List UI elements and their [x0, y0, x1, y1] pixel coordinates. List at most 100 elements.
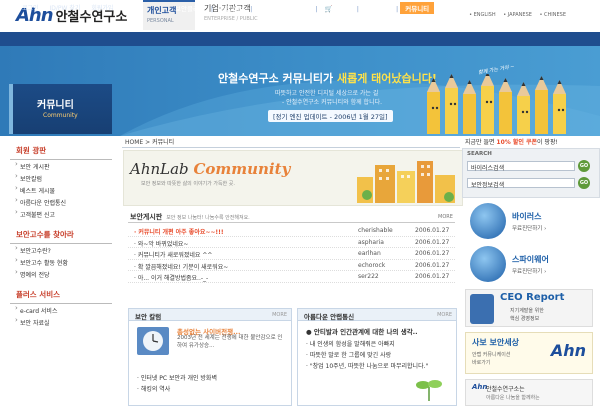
board-row[interactable]: · 확 깔끔해졌네요! 기분이 새로워요~ echorock 2006.01.2…	[128, 260, 455, 271]
nav-security-clinic[interactable]: 보안클리닉	[170, 2, 210, 14]
column-item[interactable]: · 인터넷 PC 보안과 개인 방화벽	[137, 373, 217, 382]
sidebar-item-complaint[interactable]: 고객불편 신고	[10, 208, 112, 220]
sidebar-item-best-posts[interactable]: 베스트 게시물	[10, 184, 112, 196]
sidebar-section-members: 회원 광판	[10, 142, 112, 160]
community-title: AhnLab Community	[130, 160, 290, 178]
column-feature-body: 2003년 전 세계는 전쟁에 대한 불안감으로 인하여 유가상승...	[177, 335, 283, 349]
virus-search-go-button[interactable]: GO	[578, 160, 590, 172]
board-row[interactable]: · 커뮤니티가 새로워졌네요 ^^ earlhan 2006.01.27	[128, 248, 455, 260]
column-body: 총성없는 사이버전쟁... 2003년 전 세계는 전쟁에 대한 불안감으로 인…	[128, 321, 292, 406]
nav-products[interactable]: 제품정보	[215, 2, 249, 14]
nav-community[interactable]: 커뮤니티	[400, 2, 435, 14]
virus-service-name: 바이러스	[512, 212, 542, 221]
login-link[interactable]: 로그인	[22, 5, 39, 12]
sidebar-item-newsletter[interactable]: 아름다운 안랩통신	[10, 196, 112, 208]
ceo-figure-icon	[470, 294, 494, 324]
community-title-a: AhnLab	[130, 160, 194, 178]
security-search-input[interactable]: 보안정보검색	[467, 178, 575, 189]
sidebar-item-security-column[interactable]: 보안칼럼	[10, 172, 112, 184]
board-header: 보안게시판 보안 정보 나눔터! 나눔수록 안전해져요.	[130, 212, 250, 222]
sprout-icon	[416, 380, 442, 401]
board-row-author: earlhan	[358, 250, 381, 257]
newsletter-title[interactable]: 아름다운 안랩통신	[304, 313, 354, 321]
sidebar-item-ecard[interactable]: e-card 서비스	[10, 304, 112, 316]
spyware-service-link[interactable]: 무료진단하기 ›	[512, 267, 546, 275]
main-navbar	[0, 32, 600, 46]
board-row-author: aspharia	[358, 238, 384, 246]
divider	[128, 222, 455, 223]
newsletter-header: 아름다운 안랩통신 MORE	[297, 308, 457, 321]
search-label: SEARCH	[467, 151, 492, 157]
clock-thumbnail[interactable]	[137, 327, 169, 355]
sidebar-item-expert-status[interactable]: 보안고수 활동 현황	[10, 256, 112, 268]
find-idpw-link[interactable]: ID/PW 찾기	[49, 5, 80, 12]
magazine-sub2: 바로가기	[472, 360, 491, 366]
lang-japanese[interactable]: • JAPANESE	[503, 12, 532, 18]
board-row-date: 2006.01.27	[415, 238, 450, 246]
board-more-link[interactable]: MORE	[438, 214, 453, 220]
virus-service-link[interactable]: 무료진단하기 ›	[512, 224, 546, 232]
board-row-title[interactable]: · 커뮤니티가 새로워졌네요 ^^	[134, 250, 212, 259]
util-links: 로그인 ID/PW 찾기 회원가입	[22, 3, 122, 12]
newsletter-item[interactable]: · "창업 10주년, 따뜻한 나눔으로 마무리합니다."	[306, 361, 428, 370]
sidebar-item-archive[interactable]: 보안 자료실	[10, 316, 112, 328]
breadcrumb-home[interactable]: HOME	[125, 139, 143, 146]
board-row-date: 2006.01.27	[415, 273, 450, 280]
newsletter-feature-title[interactable]: ● 안티발과 인간관계에 대한 나의 생각..	[306, 326, 418, 336]
promo-post: 이 팡팡!	[537, 139, 558, 146]
board-row[interactable]: · 커뮤니티 개편 아주 좋아요~~!!! cherishable 2006.0…	[128, 225, 455, 237]
company-magazine-banner[interactable]: 사보 보안세상 안랩 커뮤니케이션 바로가기 Ahn	[465, 332, 593, 374]
nav-download[interactable]: 다운로드	[361, 2, 395, 14]
column-more-link[interactable]: MORE	[272, 312, 287, 318]
column-item[interactable]: · 해킹의 역사	[137, 384, 170, 393]
banner-headline-pre: 안철수연구소 커뮤니티가	[218, 72, 337, 85]
tab-personal-sub: PERSONAL	[147, 18, 174, 24]
board-row[interactable]: · 와~악 바뀌었네요~ aspharia 2006.01.27	[128, 237, 455, 248]
newsletter-more-link[interactable]: MORE	[437, 312, 452, 318]
main-nav-menu: 보안클리닉 | 제품정보 | 보안/바이러스정보 | 🛒쇼핑몰 | 다운로드 | 커뮤니티…	[170, 2, 472, 14]
board-row-date: 2006.01.27	[415, 227, 450, 234]
newsletter-item[interactable]: · 내 인생의 함성을 말해줘은 아빠지	[306, 339, 395, 348]
nav-support[interactable]: 고객지원	[437, 2, 471, 14]
sharing-banner[interactable]: Ahn 안철수연구소는 아름다운 나눔을 함께하는	[465, 379, 593, 406]
board-row[interactable]: · 아... 이거 해결방법좀요..-_- ser222 2006.01.27	[128, 271, 455, 283]
nav-shop[interactable]: 🛒쇼핑몰	[320, 2, 356, 14]
virus-scan-service[interactable]: 바이러스 무료진단하기 ›	[470, 203, 595, 241]
board-list: · 커뮤니티 개편 아주 좋아요~~!!! cherishable 2006.0…	[128, 225, 455, 283]
sidebar-item-expert-about[interactable]: 보안고수란?	[10, 244, 112, 256]
coupon-promo[interactable]: 지금만 들면 10% 할인 쿠폰이 팡팡!	[465, 137, 558, 146]
ceo-report-title: CEO Report	[500, 292, 565, 303]
spyware-scan-service[interactable]: 스파이웨어 무료진단하기 ›	[470, 246, 595, 284]
lang-chinese[interactable]: • CHINESE	[540, 12, 567, 18]
lang-english[interactable]: • ENGLISH	[469, 12, 496, 18]
ceo-report-sub2: 핵심 경영정보	[510, 316, 540, 322]
ceo-report-banner[interactable]: CEO Report 지기계발을 위한 핵심 경영정보	[465, 289, 593, 327]
virus-shield-icon	[470, 203, 506, 239]
board-row-date: 2006.01.27	[415, 250, 450, 257]
divider	[122, 147, 460, 148]
column-title[interactable]: 보안 칼럼	[135, 313, 161, 321]
side-banner-title: 커뮤니티	[37, 100, 74, 111]
nav-security-info[interactable]: 보안/바이러스정보	[254, 2, 314, 14]
newsletter-item[interactable]: · 따뜻한 말로 한 그룹에 맞긴 사랑	[306, 350, 391, 359]
city-illustration	[357, 161, 455, 203]
engine-update-notice[interactable]: [정기 엔진 업데이트 - 2006년 1월 27일]	[268, 110, 393, 122]
board-row-title[interactable]: · 확 깔끔해졌네요! 기분이 새로워요~	[134, 262, 228, 271]
board-row-date: 2006.01.27	[415, 261, 450, 269]
board-row-title[interactable]: · 커뮤니티 개편 아주 좋아요~~!!!	[134, 227, 224, 236]
board-row-author: echorock	[358, 261, 386, 269]
board-row-title[interactable]: · 아... 이거 해결방법좀요..-_-	[134, 273, 208, 282]
security-column-panel: 보안 칼럼 MORE 총성없는 사이버전쟁... 2003년 전 세계는 전쟁에…	[128, 308, 292, 406]
left-sidebar: 회원 광판 보안 게시판 보안칼럼 베스트 게시물 아름다운 안랩통신 고객불편…	[10, 136, 112, 406]
sidebar-item-security-board[interactable]: 보안 게시판	[10, 160, 112, 172]
banner-headline: 안철수연구소 커뮤니티가 새롭게 태어났습니다!	[218, 70, 437, 86]
breadcrumb: HOME > 커뮤니티	[125, 137, 174, 146]
join-link[interactable]: 회원가입	[91, 5, 113, 12]
promo-pre: 지금만 들면	[465, 139, 497, 146]
board-row-title[interactable]: · 와~악 바뀌었네요~	[134, 239, 188, 248]
newsletter-panel: 아름다운 안랩통신 MORE ● 안티발과 인간관계에 대한 나의 생각.. ·…	[297, 308, 457, 406]
security-search-go-button[interactable]: GO	[578, 177, 590, 189]
virus-search-input[interactable]: 바이러스검색	[467, 161, 575, 172]
board-title[interactable]: 보안게시판	[130, 213, 162, 221]
sidebar-item-hall-of-fame[interactable]: 명예의 전당	[10, 268, 112, 280]
